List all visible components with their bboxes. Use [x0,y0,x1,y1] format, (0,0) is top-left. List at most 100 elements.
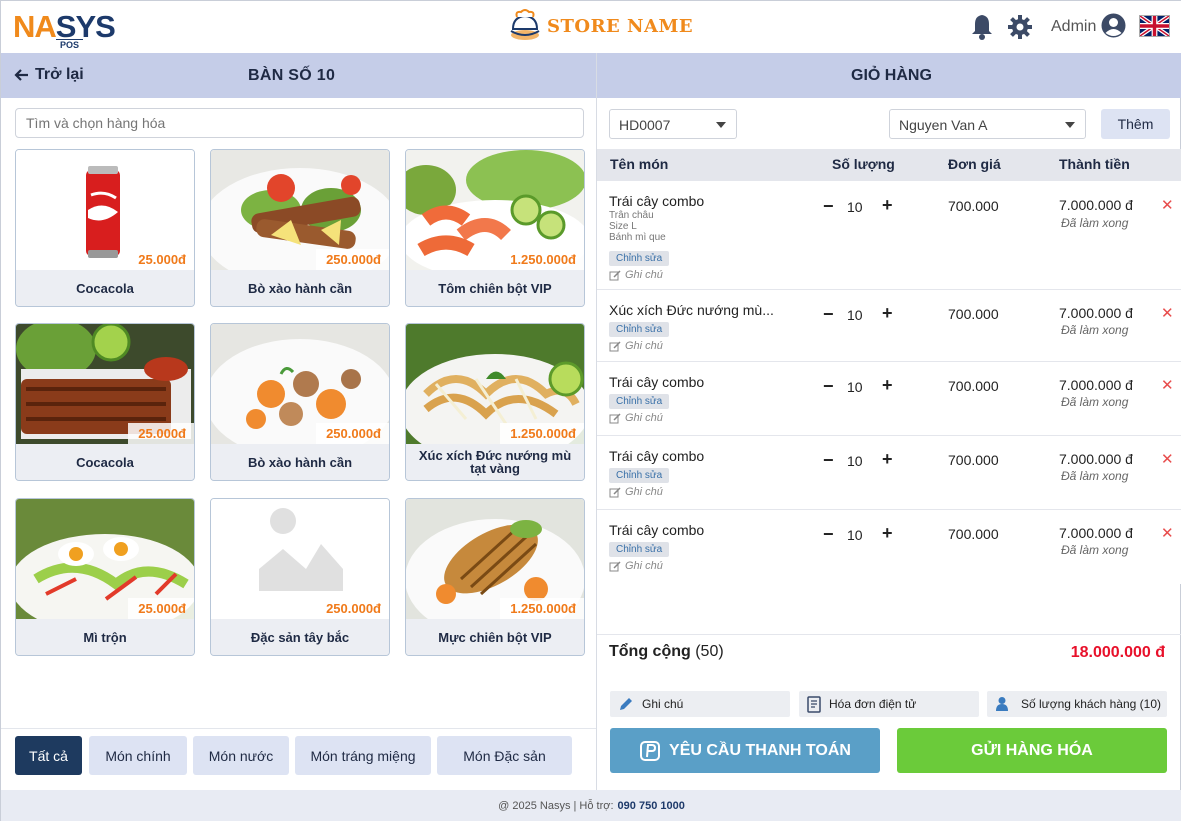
add-button[interactable]: Thêm [1101,109,1170,139]
product-image: 1.250.000đ [406,150,584,270]
product-image: 25.000đ [16,150,194,270]
product-price: 1.250.000đ [500,423,584,444]
bell-icon[interactable] [970,13,994,41]
invoice-icon [807,695,821,713]
item-name: Trái cây combo [609,448,705,464]
item-unit-price: 700.000 [948,198,999,214]
item-status: Đã làm xong [1061,543,1129,557]
product-search-input[interactable] [15,108,584,138]
category-tab-main[interactable]: Món chính [89,736,187,775]
product-card[interactable]: 25.000đ Mì trộn [15,498,195,656]
table-header-bar: Trở lại BÀN SỐ 10 [1,53,596,98]
item-option: Trân châu [609,210,654,221]
cart-row: Trái cây combo Chỉnh sửa Ghi chú − 10 + … [597,436,1181,510]
edit-tag[interactable]: Chỉnh sửa [609,251,670,266]
delete-item-icon[interactable]: ✕ [1161,376,1174,394]
increase-qty-button[interactable]: + [882,303,893,324]
support-phone[interactable]: 090 750 1000 [618,800,685,812]
uk-flag-icon[interactable] [1139,15,1170,37]
total-label-group: Tổng cộng (50) [609,643,724,661]
decrease-qty-button[interactable]: − [823,524,834,545]
note-label: Ghi chú [625,269,663,281]
decrease-qty-button[interactable]: − [823,304,834,325]
product-price: 25.000đ [128,598,194,619]
increase-qty-button[interactable]: + [882,449,893,470]
product-card[interactable]: 250.000đ Bò xào hành cần [210,323,390,481]
note-label: Ghi chú [625,412,663,424]
product-name: Cocacola [16,444,194,480]
decrease-qty-button[interactable]: − [823,450,834,471]
send-order-button[interactable]: GỬI HÀNG HÓA [897,728,1167,773]
product-card[interactable]: 25.000đ Cocacola [15,323,195,481]
delete-item-icon[interactable]: ✕ [1161,304,1174,322]
note-label: Ghi chú [625,560,663,572]
increase-qty-button[interactable]: + [882,375,893,396]
item-name: Xúc xích Đức nướng mù... [609,302,774,318]
item-status: Đã làm xong [1061,323,1129,337]
total-count: (50) [695,643,724,660]
product-price: 25.000đ [128,423,194,444]
guest-count-button[interactable]: Số lượng khách hàng (10) [987,691,1167,717]
item-unit-price: 700.000 [948,452,999,468]
edit-tag[interactable]: Chỉnh sửa [609,394,670,409]
user-circle-icon[interactable] [1101,13,1126,38]
invoice-select[interactable]: HD0007 [609,109,737,139]
col-item-name: Tên món [610,156,669,172]
product-card[interactable]: 25.000đ Cocacola [15,149,195,307]
note-link[interactable]: Ghi chú [609,486,663,498]
product-card[interactable]: 250.000đ Bò xào hành cần [210,149,390,307]
item-options: Trân châu Size L Bánh mì que [609,210,666,243]
product-card[interactable]: 1.250.000đ Xúc xích Đức nướng mù tạt vàn… [405,323,585,481]
note-link[interactable]: Ghi chú [609,269,663,281]
item-total: 7.000.000 đ [1059,451,1133,467]
chef-hat-icon [510,9,540,40]
edit-note-icon [609,269,621,280]
cart-row: Trái cây combo Chỉnh sửa Ghi chú − 10 + … [597,510,1181,584]
gear-icon[interactable] [1007,13,1033,41]
note-link[interactable]: Ghi chú [609,412,663,424]
product-card[interactable]: 1.250.000đ Tôm chiên bột VIP [405,149,585,307]
delete-item-icon[interactable]: ✕ [1161,196,1174,214]
category-tab-dessert[interactable]: Món tráng miệng [295,736,431,775]
category-tab-specialty[interactable]: Món Đặc sản [437,736,572,775]
product-card[interactable]: 250.000đ Đặc sản tây bắc [210,498,390,656]
cart-total: Tổng cộng (50) 18.000.000 đ [597,634,1181,672]
note-button[interactable]: Ghi chú [610,691,790,717]
category-tab-all[interactable]: Tất cả [15,736,82,775]
increase-qty-button[interactable]: + [882,195,893,216]
back-button[interactable]: Trở lại [13,66,84,84]
einvoice-button[interactable]: Hóa đơn điện tử [799,691,979,717]
category-tab-drinks[interactable]: Món nước [193,736,289,775]
product-image: 25.000đ [16,324,194,444]
delete-item-icon[interactable]: ✕ [1161,524,1174,542]
cart-header-bar: GIỎ HÀNG [597,53,1181,98]
product-name: Bò xào hành cần [211,270,389,306]
note-link[interactable]: Ghi chú [609,340,663,352]
item-status: Đã làm xong [1061,216,1129,230]
product-placeholder-image: 250.000đ [211,499,389,619]
user-name[interactable]: Admin [1051,18,1096,36]
item-qty: 10 [847,379,863,395]
edit-tag[interactable]: Chỉnh sửa [609,468,670,483]
edit-tag[interactable]: Chỉnh sửa [609,322,670,337]
increase-qty-button[interactable]: + [882,523,893,544]
nasys-logo: NASYS POS [13,11,116,51]
item-unit-price: 700.000 [948,526,999,542]
item-name: Trái cây combo [609,522,705,538]
request-payment-button[interactable]: YÊU CẦU THANH TOÁN [610,728,880,773]
note-link[interactable]: Ghi chú [609,560,663,572]
decrease-qty-button[interactable]: − [823,376,834,397]
item-name: Trái cây combo [609,193,705,209]
decrease-qty-button[interactable]: − [823,196,834,217]
cart-table-header: Tên món Số lượng Đơn giá Thành tiền [597,149,1181,181]
product-name: Đặc sản tây bắc [211,619,389,655]
product-price: 250.000đ [316,423,389,444]
customer-name: Nguyen Van A [899,117,988,133]
product-card[interactable]: 1.250.000đ Mực chiên bột VIP [405,498,585,656]
total-label: Tổng cộng [609,643,691,660]
customer-select[interactable]: Nguyen Van A [889,109,1086,139]
product-name: Cocacola [16,270,194,306]
edit-tag[interactable]: Chỉnh sửa [609,542,670,557]
delete-item-icon[interactable]: ✕ [1161,450,1174,468]
person-icon [996,697,1008,711]
